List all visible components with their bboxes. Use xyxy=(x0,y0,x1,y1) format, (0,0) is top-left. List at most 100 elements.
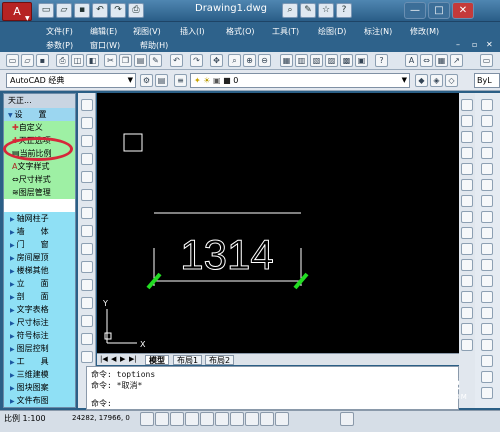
cone-icon[interactable] xyxy=(81,225,93,237)
modify-icon[interactable] xyxy=(81,117,93,129)
tz-sub-text-style[interactable]: A文字样式 xyxy=(4,160,75,173)
tz-cat-tools[interactable]: ▶ 工 具 xyxy=(4,355,75,368)
rectangle-icon[interactable] xyxy=(481,163,493,175)
ellipse-icon[interactable] xyxy=(481,243,493,255)
save-icon[interactable]: ▪ xyxy=(74,3,90,18)
extend-icon[interactable] xyxy=(461,275,473,287)
tab-nav-last-icon[interactable]: ▶| xyxy=(129,355,137,363)
tz-cat-wall[interactable]: ▶ 墙 体 xyxy=(4,225,75,238)
design-center-icon[interactable]: ▥ xyxy=(295,54,308,67)
tool-palettes-icon[interactable]: ▧ xyxy=(310,54,323,67)
color-dropdown[interactable]: ByL xyxy=(474,73,500,88)
pan-icon[interactable]: ✥ xyxy=(210,54,223,67)
tab-layout1[interactable]: 布局1 xyxy=(173,355,203,365)
save-icon[interactable]: ▪ xyxy=(36,54,49,67)
qp-icon[interactable] xyxy=(275,412,289,426)
tab-nav-next-icon[interactable]: ▶ xyxy=(120,355,125,363)
polygon-icon[interactable] xyxy=(481,147,493,159)
help-icon[interactable]: ? xyxy=(375,54,388,67)
help-icon[interactable]: ? xyxy=(336,3,352,18)
chamfer-icon[interactable] xyxy=(461,307,473,319)
otrack-icon[interactable] xyxy=(215,412,229,426)
trim-icon[interactable] xyxy=(461,259,473,271)
mtext-icon[interactable] xyxy=(481,387,493,399)
stretch-icon[interactable] xyxy=(461,243,473,255)
wedge-icon[interactable] xyxy=(81,207,93,219)
pyramid-icon[interactable] xyxy=(81,297,93,309)
menu-dimension[interactable]: 标注(N) xyxy=(364,26,392,37)
match-properties-icon[interactable]: ✎ xyxy=(149,54,162,67)
copy-icon[interactable]: ❐ xyxy=(119,54,132,67)
tz-cat-dimension[interactable]: ▶ 尺寸标注 xyxy=(4,316,75,329)
markup-icon[interactable]: ▩ xyxy=(340,54,353,67)
zoom-realtime-icon[interactable]: ⌕ xyxy=(228,54,241,67)
sphere-icon[interactable] xyxy=(81,243,93,255)
tab-model[interactable]: 模型 xyxy=(145,355,169,365)
osnap-icon[interactable] xyxy=(200,412,214,426)
menu-tools[interactable]: 工具(T) xyxy=(272,26,299,37)
multileader-style-icon[interactable]: ↗ xyxy=(450,54,463,67)
menu-parametric[interactable]: 参数(P) xyxy=(46,40,73,51)
undo-icon[interactable]: ↶ xyxy=(170,54,183,67)
drawing-canvas[interactable]: 1314 Y X xyxy=(97,93,459,353)
sweep-icon[interactable] xyxy=(81,351,93,363)
tab-nav-first-icon[interactable]: |◀ xyxy=(100,355,108,363)
layer-dropdown[interactable]: ✦ ☀ ▣ ■ 0 ▼ xyxy=(190,73,410,88)
hatch-icon[interactable] xyxy=(481,323,493,335)
doc-close-button[interactable]: ✕ xyxy=(486,40,493,49)
paste-icon[interactable]: ▤ xyxy=(134,54,147,67)
scale-icon[interactable] xyxy=(461,227,473,239)
copy-icon[interactable] xyxy=(461,131,473,143)
gradient-icon[interactable] xyxy=(481,339,493,351)
grid-icon[interactable] xyxy=(155,412,169,426)
doc-minimize-button[interactable]: – xyxy=(456,40,460,49)
menu-view[interactable]: 视图(V) xyxy=(133,26,161,37)
model-space-icon[interactable] xyxy=(340,412,354,426)
tz-cat-section[interactable]: ▶ 剖 面 xyxy=(4,290,75,303)
make-object-layer-current-icon[interactable]: ◆ xyxy=(415,74,428,87)
minimize-button[interactable]: — xyxy=(404,2,426,19)
tz-sub-layer-manager[interactable]: ≋图层管理 xyxy=(4,186,75,199)
menu-modify[interactable]: 修改(M) xyxy=(410,26,439,37)
tab-nav-prev-icon[interactable]: ◀ xyxy=(111,355,116,363)
make-block-icon[interactable] xyxy=(481,291,493,303)
menu-edit[interactable]: 编辑(E) xyxy=(90,26,117,37)
ducs-icon[interactable] xyxy=(230,412,244,426)
menu-help[interactable]: 帮助(H) xyxy=(140,40,168,51)
undo-icon[interactable]: ↶ xyxy=(92,3,108,18)
region-icon[interactable] xyxy=(481,355,493,367)
tools-icon[interactable]: ✎ xyxy=(300,3,316,18)
torus-icon[interactable] xyxy=(81,279,93,291)
menu-insert[interactable]: 插入(I) xyxy=(180,26,205,37)
circle-icon[interactable] xyxy=(481,195,493,207)
ellipse-arc-icon[interactable] xyxy=(481,259,493,271)
cylinder-icon[interactable] xyxy=(81,261,93,273)
layer-icon[interactable] xyxy=(81,99,93,111)
preview-icon[interactable]: ◫ xyxy=(71,54,84,67)
menu-format[interactable]: 格式(O) xyxy=(226,26,255,37)
lwt-icon[interactable] xyxy=(260,412,274,426)
tz-cat-room[interactable]: ▶ 房间屋顶 xyxy=(4,251,75,264)
table-icon[interactable] xyxy=(481,371,493,383)
tz-cat-stairs[interactable]: ▶ 楼梯其他 xyxy=(4,264,75,277)
snap-icon[interactable] xyxy=(140,412,154,426)
rotate-icon[interactable] xyxy=(461,211,473,223)
offset-icon[interactable] xyxy=(461,163,473,175)
construction-line-icon[interactable] xyxy=(481,115,493,127)
tz-cat-axis[interactable]: ▶ 轴网柱子 xyxy=(4,212,75,225)
menu-draw[interactable]: 绘图(D) xyxy=(318,26,346,37)
annotation-scale[interactable]: 比例 1:100 xyxy=(4,413,46,424)
break-icon[interactable] xyxy=(461,291,473,303)
ortho-icon[interactable] xyxy=(170,412,184,426)
menu-window[interactable]: 窗口(W) xyxy=(90,40,120,51)
layer-state-icon[interactable]: ◇ xyxy=(445,74,458,87)
standard-icon[interactable]: ▭ xyxy=(480,54,493,67)
maximize-button[interactable]: □ xyxy=(428,2,450,19)
array-icon[interactable] xyxy=(461,179,473,191)
polar-icon[interactable] xyxy=(185,412,199,426)
style-icon[interactable]: A xyxy=(405,54,418,67)
new-icon[interactable]: ▭ xyxy=(6,54,19,67)
binoculars-icon[interactable]: ⌕ xyxy=(282,3,298,18)
dyn-icon[interactable] xyxy=(245,412,259,426)
revolve-icon[interactable] xyxy=(81,333,93,345)
